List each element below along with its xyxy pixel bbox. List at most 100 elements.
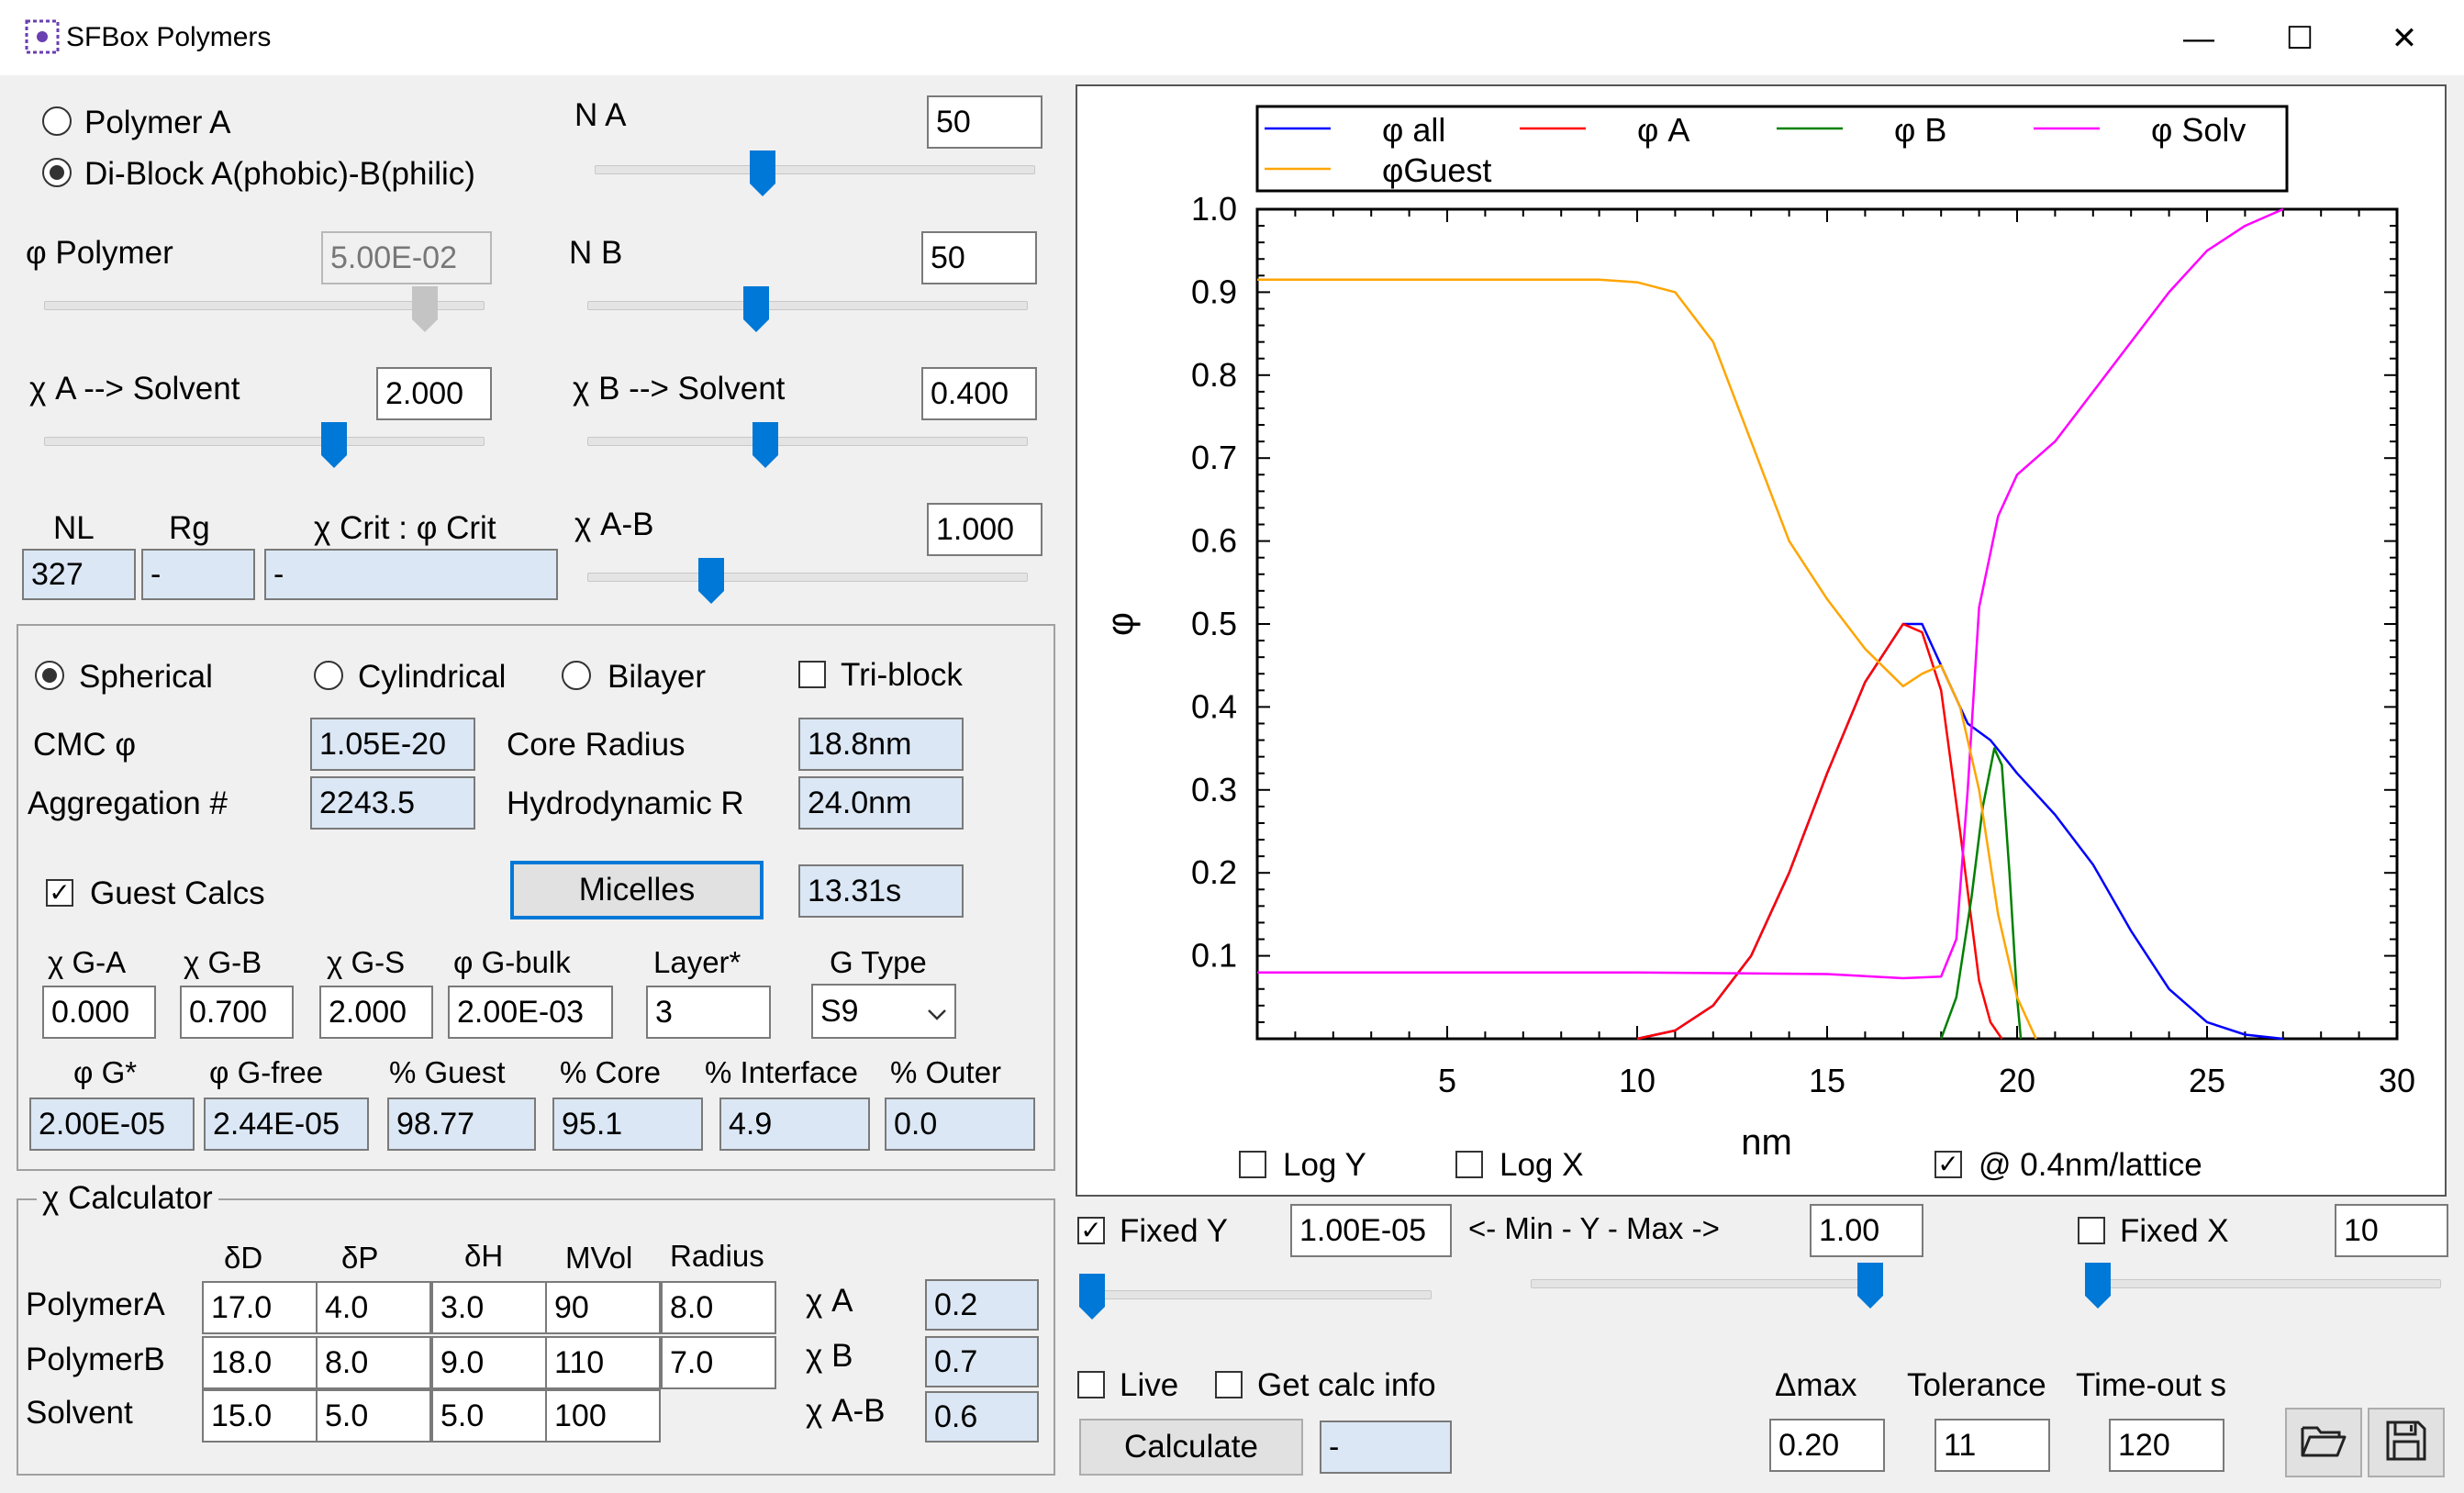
y-min-input[interactable]: 1.00E-05 — [1290, 1204, 1452, 1257]
spherical-radio[interactable] — [35, 661, 64, 690]
nb-input[interactable]: 50 — [921, 231, 1037, 284]
chi-a-input[interactable]: 2.000 — [376, 367, 492, 420]
y-max-slider-thumb[interactable] — [1857, 1263, 1883, 1309]
open-file-button[interactable] — [2285, 1408, 2362, 1477]
g-type-select[interactable]: S9 — [811, 984, 956, 1039]
phi-polymer-slider-thumb[interactable] — [412, 286, 438, 332]
y-axis-label: φ — [1100, 612, 1141, 636]
y-min-slider-thumb[interactable] — [1079, 1274, 1105, 1320]
pct-core-value: 95.1 — [552, 1097, 703, 1151]
x-slider-thumb[interactable] — [2085, 1263, 2111, 1309]
polymerb-dh-input[interactable]: 9.0 — [431, 1336, 547, 1389]
log-y-label[interactable]: Log Y — [1283, 1147, 1366, 1184]
chi-ab-slider-thumb[interactable] — [698, 558, 724, 604]
triblock-label[interactable]: Tri-block — [841, 657, 963, 694]
timeout-label: Time-out s — [2076, 1367, 2227, 1403]
fixed-y-label[interactable]: Fixed Y — [1120, 1213, 1228, 1250]
plot-panel: 5 10 15 20 25 30 0.1 0.2 0.3 0.4 0.5 0.6 0.7 0.8 0.9 1.… — [1076, 84, 2447, 1197]
live-checkbox[interactable] — [1077, 1371, 1105, 1398]
chi-gs-input[interactable]: 2.000 — [319, 986, 433, 1039]
dmax-label: Δmax — [1775, 1367, 1857, 1403]
solvent-dp-input[interactable]: 5.0 — [316, 1389, 431, 1443]
chi-a-slider-thumb[interactable] — [321, 422, 347, 468]
polymer-a-label[interactable]: Polymer A — [84, 105, 231, 141]
polymera-dp-input[interactable]: 4.0 — [316, 1281, 431, 1334]
nl-label: NL — [53, 510, 95, 546]
close-button[interactable]: ✕ — [2358, 13, 2450, 64]
chi-b-input[interactable]: 0.400 — [921, 367, 1037, 420]
polymera-dh-input[interactable]: 3.0 — [431, 1281, 547, 1334]
calculate-button[interactable]: Calculate — [1079, 1419, 1303, 1476]
phi-polymer-input[interactable]: 5.00E-02 — [321, 231, 492, 284]
log-x-checkbox[interactable] — [1455, 1151, 1483, 1178]
nb-slider-track[interactable] — [587, 301, 1028, 310]
na-input[interactable]: 50 — [927, 95, 1042, 149]
nb-slider-thumb[interactable] — [743, 286, 769, 332]
chi-a-slider-track[interactable] — [44, 437, 485, 446]
polymer-a-radio[interactable] — [42, 106, 72, 136]
x-slider-track[interactable] — [2085, 1279, 2441, 1288]
y-tick-label: 0.8 — [1191, 356, 1237, 394]
lattice-label[interactable]: @ 0.4nm/lattice — [1979, 1147, 2202, 1184]
live-label[interactable]: Live — [1120, 1367, 1178, 1404]
minimize-button[interactable]: — — [2153, 13, 2245, 64]
calc-info-checkbox[interactable] — [1215, 1371, 1243, 1398]
y-max-input[interactable]: 1.00 — [1810, 1204, 1923, 1257]
density-profile-chart: 5 10 15 20 25 30 0.1 0.2 0.3 0.4 0.5 0.6 0.7 0.8 0.9 1.… — [1100, 105, 2415, 1163]
cylindrical-label[interactable]: Cylindrical — [358, 659, 506, 696]
polymerb-mvol-input[interactable]: 110 — [545, 1336, 661, 1389]
fixed-x-checkbox[interactable] — [2078, 1217, 2105, 1244]
solvent-mvol-input[interactable]: 100 — [545, 1389, 661, 1443]
y-min-slider-track[interactable] — [1079, 1290, 1432, 1299]
core-radius-value: 18.8nm — [798, 718, 964, 771]
hydrodynamic-value: 24.0nm — [798, 776, 964, 830]
tolerance-input[interactable]: 11 — [1934, 1419, 2050, 1472]
chi-gb-input[interactable]: 0.700 — [180, 986, 294, 1039]
result-header-phig: φ G* — [73, 1055, 138, 1089]
triblock-checkbox[interactable] — [798, 661, 826, 688]
guest-calcs-label[interactable]: Guest Calcs — [90, 875, 265, 912]
solvent-dd-input[interactable]: 15.0 — [202, 1389, 318, 1443]
dmax-input[interactable]: 0.20 — [1769, 1419, 1885, 1472]
spherical-label[interactable]: Spherical — [79, 659, 213, 696]
fixed-y-checkbox[interactable]: ✓ — [1077, 1217, 1105, 1244]
polymera-radius-input[interactable]: 8.0 — [661, 1281, 776, 1334]
title-bar — [0, 0, 2464, 75]
log-x-label[interactable]: Log X — [1500, 1147, 1583, 1184]
maximize-button[interactable]: ☐ — [2254, 13, 2346, 64]
x-value-input[interactable]: 10 — [2335, 1204, 2448, 1257]
calc-info-label[interactable]: Get calc info — [1257, 1367, 1436, 1404]
diblock-radio[interactable] — [42, 158, 72, 187]
timeout-input[interactable]: 120 — [2109, 1419, 2224, 1472]
polymerb-dd-input[interactable]: 18.0 — [202, 1336, 318, 1389]
guest-calcs-checkbox[interactable]: ✓ — [46, 879, 73, 907]
save-button[interactable] — [2368, 1408, 2445, 1477]
chi-b-slider-thumb[interactable] — [753, 422, 778, 468]
core-radius-label: Core Radius — [507, 727, 686, 763]
y-tick-label: 0.5 — [1191, 605, 1237, 642]
chi-ga-input[interactable]: 0.000 — [42, 986, 156, 1039]
lattice-checkbox[interactable]: ✓ — [1934, 1151, 1962, 1178]
na-slider-track[interactable] — [595, 165, 1035, 174]
chi-b-slider-track[interactable] — [587, 437, 1028, 446]
na-slider-thumb[interactable] — [750, 150, 775, 196]
cylindrical-radio[interactable] — [314, 661, 343, 690]
chi-ab-slider-track[interactable] — [587, 573, 1028, 582]
diblock-label[interactable]: Di-Block A(phobic)-B(philic) — [84, 156, 475, 193]
polymera-dd-input[interactable]: 17.0 — [202, 1281, 318, 1334]
polymerb-dp-input[interactable]: 8.0 — [316, 1336, 431, 1389]
fixed-x-label[interactable]: Fixed X — [2120, 1213, 2229, 1250]
chi-ab-input[interactable]: 1.000 — [927, 503, 1042, 556]
log-y-checkbox[interactable] — [1239, 1151, 1266, 1178]
legend-label-4: φGuest — [1382, 151, 1491, 189]
layer-input[interactable]: 3 — [646, 986, 771, 1039]
result-header-guest: % Guest — [389, 1055, 506, 1089]
bilayer-label[interactable]: Bilayer — [608, 659, 706, 696]
solvent-dh-input[interactable]: 5.0 — [431, 1389, 547, 1443]
polymerb-radius-input[interactable]: 7.0 — [661, 1336, 776, 1389]
bilayer-radio[interactable] — [562, 661, 591, 690]
phi-gbulk-input[interactable]: 2.00E-03 — [448, 986, 613, 1039]
polymera-mvol-input[interactable]: 90 — [545, 1281, 661, 1334]
micelles-button[interactable]: Micelles — [510, 861, 764, 919]
y-max-slider-track[interactable] — [1531, 1279, 1883, 1288]
